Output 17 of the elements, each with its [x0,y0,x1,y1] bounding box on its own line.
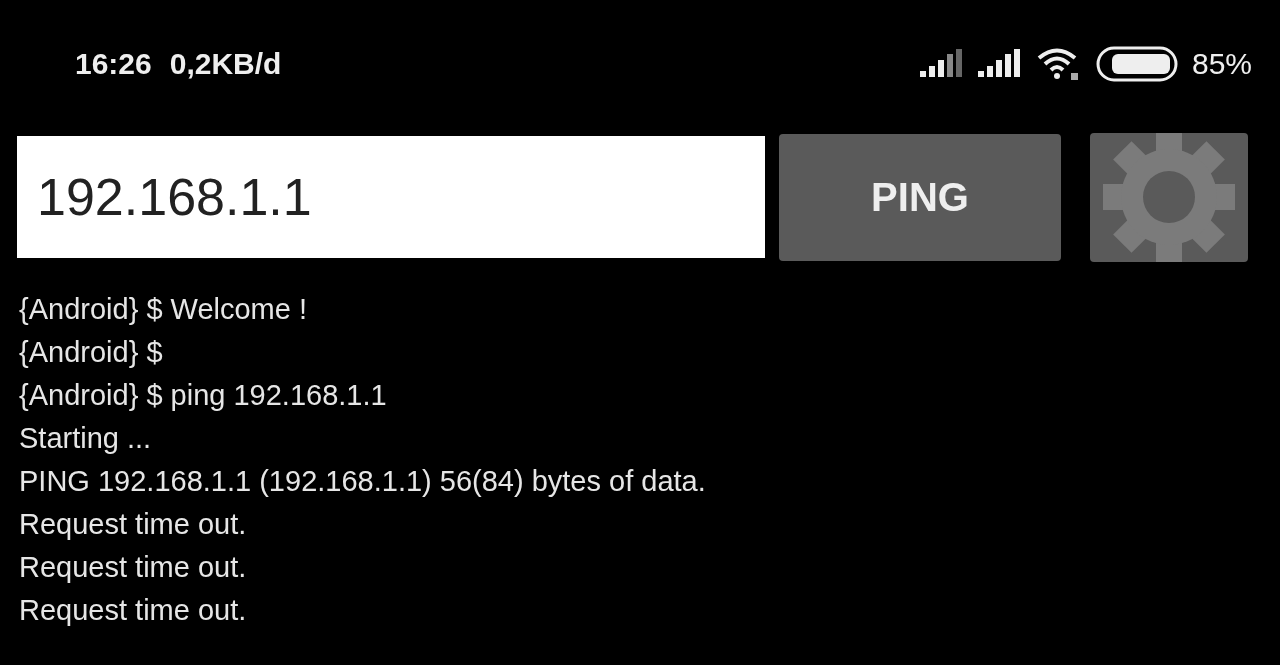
console-line: PING 192.168.1.1 (192.168.1.1) 56(84) bytes of data. [19,464,707,499]
console-line: {Android} $ [19,335,164,370]
settings-button[interactable] [1090,132,1248,262]
console-line: {Android} $ ping 192.168.1.1 [19,378,388,413]
console-line: Request time out. [19,507,248,542]
status-time: 16:26 [75,47,152,81]
console-line: Starting ... [19,421,153,456]
battery-icon [1095,46,1178,82]
console-line: {Android} $ Welcome ! [19,292,309,327]
console-line: Request time out. [19,593,248,628]
signal-icon [977,49,1022,79]
console-line: Request time out. [19,550,248,585]
data-rate: 0,2KB/d [169,47,282,81]
battery-percent: 85% [1191,47,1252,81]
signal-icon [919,49,964,79]
ping-button[interactable]: PING [779,133,1061,261]
address-field[interactable]: 192.168.1.1 [17,136,765,258]
